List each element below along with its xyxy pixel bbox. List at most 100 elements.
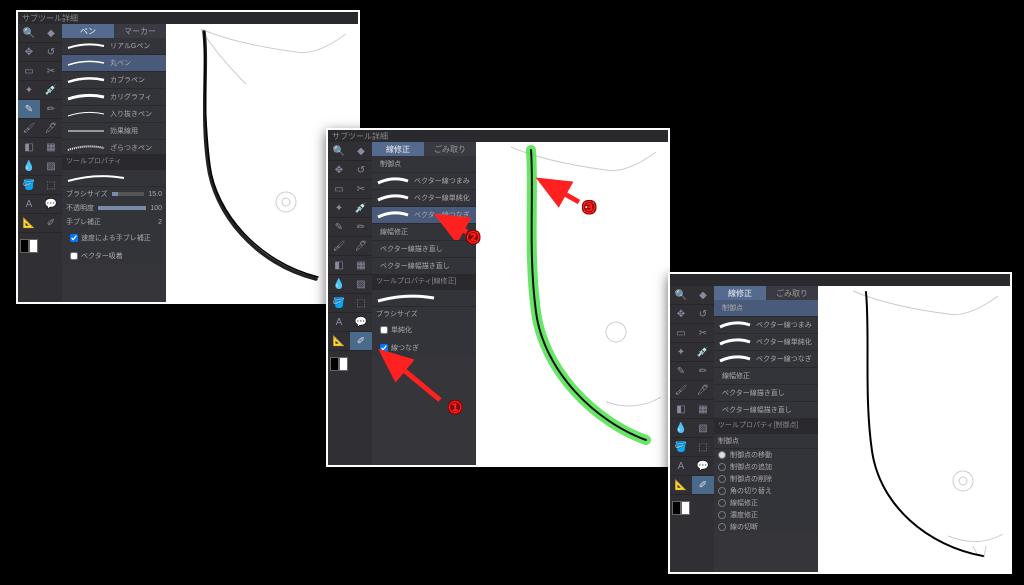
sub-control-point[interactable]: 制御点 [714, 300, 818, 317]
tool-sub-icon[interactable]: ⬚ [40, 176, 62, 195]
tab-pen[interactable]: ペン [62, 24, 114, 38]
radio-add[interactable]: 制御点の追加 [714, 461, 818, 473]
sub-redraw[interactable]: ベクター線描き直し [372, 241, 476, 258]
tool-text-icon[interactable]: A [670, 457, 692, 476]
tool-correct-icon[interactable]: ✐ [692, 476, 714, 495]
tool-sub-icon[interactable]: 💬 [40, 195, 62, 214]
radio-cut[interactable]: 線の切断 [714, 521, 818, 533]
tool-sub-icon[interactable]: ↺ [350, 161, 372, 180]
color-swatches[interactable] [18, 237, 40, 255]
tool-ruler-icon[interactable]: 📐 [18, 214, 40, 233]
color-swatches[interactable] [328, 355, 350, 373]
tool-select-icon[interactable]: ▭ [18, 62, 40, 81]
tool-fill-icon[interactable]: 🪣 [18, 176, 40, 195]
tool-blend-icon[interactable]: 💧 [328, 275, 350, 294]
tool-sub-icon[interactable]: ⬚ [350, 294, 372, 313]
tool-move-icon[interactable]: ✥ [670, 305, 692, 324]
brush-effect[interactable]: 効果線用 [62, 123, 166, 140]
sub-pinch[interactable]: ベクター線つまみ [714, 317, 818, 334]
tool-fill-icon[interactable]: 🪣 [328, 294, 350, 313]
tool-fill-icon[interactable]: 🪣 [670, 438, 692, 457]
tool-sub-icon[interactable]: 🖊 [692, 381, 714, 400]
tool-sub-icon[interactable]: ↺ [692, 305, 714, 324]
radio-delete[interactable]: 制御点の削除 [714, 473, 818, 485]
sub-width-redraw[interactable]: ベクター線幅描き直し [714, 402, 818, 419]
tool-eraser-icon[interactable]: ◧ [18, 138, 40, 157]
tool-ruler-icon[interactable]: 📐 [670, 476, 692, 495]
tool-brush-icon[interactable]: 🖌 [18, 119, 40, 138]
prop-simplify[interactable]: 単純化 [372, 321, 476, 339]
tool-sub-icon[interactable]: 💉 [692, 343, 714, 362]
tool-text-icon[interactable]: A [328, 313, 350, 332]
tool-sub-icon[interactable]: 💉 [40, 81, 62, 100]
tool-move-icon[interactable]: ✥ [328, 161, 350, 180]
tool-sub-icon[interactable]: 🖊 [40, 119, 62, 138]
tool-sub-icon[interactable]: ✂ [350, 180, 372, 199]
tool-zoom-icon[interactable]: 🔍 [328, 142, 350, 161]
tab-correct[interactable]: 線修正 [372, 142, 424, 156]
radio-width[interactable]: 線幅修正 [714, 497, 818, 509]
tool-sub-icon[interactable]: ◆ [40, 24, 62, 43]
tool-correct-icon[interactable]: ✐ [350, 332, 372, 351]
tool-wand-icon[interactable]: ✦ [18, 81, 40, 100]
tool-move-icon[interactable]: ✥ [18, 43, 40, 62]
tool-sub-icon[interactable]: ▨ [350, 275, 372, 294]
tool-sub-icon[interactable]: ↺ [40, 43, 62, 62]
tool-sub-icon[interactable]: 💬 [692, 457, 714, 476]
prop-brush-size[interactable]: ブラシサイズ [372, 307, 476, 321]
radio-move[interactable]: 制御点の移動 [714, 449, 818, 461]
tool-sub-icon[interactable]: ✂ [40, 62, 62, 81]
tool-brush-icon[interactable]: 🖌 [670, 381, 692, 400]
brush-calligraphy[interactable]: カリグラフィ [62, 89, 166, 106]
tool-sub-icon[interactable]: ◆ [350, 142, 372, 161]
tool-sub-icon[interactable]: ⬚ [692, 438, 714, 457]
tool-sub-icon[interactable]: ✏ [350, 218, 372, 237]
tool-sub-icon[interactable]: ▨ [40, 157, 62, 176]
tool-sub-icon[interactable]: ▦ [692, 400, 714, 419]
tool-sub-icon[interactable]: 🖊 [350, 237, 372, 256]
sub-redraw[interactable]: ベクター線描き直し [714, 385, 818, 402]
tool-brush-icon[interactable]: 🖌 [328, 237, 350, 256]
tool-select-icon[interactable]: ▭ [670, 324, 692, 343]
tool-sub-icon[interactable]: ✂ [692, 324, 714, 343]
tool-eraser-icon[interactable]: ◧ [670, 400, 692, 419]
tool-blend-icon[interactable]: 💧 [670, 419, 692, 438]
sub-pinch[interactable]: ベクター線つまみ [372, 173, 476, 190]
prop-stabilization[interactable]: 速度による手ブレ補正 [62, 229, 166, 247]
sub-width[interactable]: 線幅修正 [714, 368, 818, 385]
tool-text-icon[interactable]: A [18, 195, 40, 214]
brush-real-g[interactable]: リアルGペン [62, 38, 166, 55]
brush-maru[interactable]: 丸ペン [62, 55, 166, 72]
tab-marker[interactable]: マーカー [114, 24, 166, 38]
tool-sub-icon[interactable]: ✐ [40, 214, 62, 233]
tool-sub-icon[interactable]: ▦ [350, 256, 372, 275]
tool-pen-icon[interactable]: ✎ [18, 100, 40, 119]
prop-opacity[interactable]: 不透明度 100 [62, 201, 166, 215]
sub-simplify[interactable]: ベクター線単純化 [372, 190, 476, 207]
color-swatches[interactable] [670, 499, 692, 517]
tab-cleanup[interactable]: ごみ取り [424, 142, 476, 156]
tool-wand-icon[interactable]: ✦ [328, 199, 350, 218]
radio-density[interactable]: 濃度修正 [714, 509, 818, 521]
tool-sub-icon[interactable]: ◆ [692, 286, 714, 305]
canvas[interactable] [818, 286, 1010, 572]
tool-sub-icon[interactable]: ✏ [692, 362, 714, 381]
brush-kabura[interactable]: カブラペン [62, 72, 166, 89]
sub-connect[interactable]: ベクター線つなぎ [714, 351, 818, 368]
sub-simplify[interactable]: ベクター線単純化 [714, 334, 818, 351]
tool-sub-icon[interactable]: 💬 [350, 313, 372, 332]
tool-blend-icon[interactable]: 💧 [18, 157, 40, 176]
tool-pen-icon[interactable]: ✎ [328, 218, 350, 237]
sub-width-redraw[interactable]: ベクター線幅描き直し [372, 258, 476, 275]
tab-cleanup[interactable]: ごみ取り [766, 286, 818, 300]
tool-select-icon[interactable]: ▭ [328, 180, 350, 199]
sub-control-point[interactable]: 制御点 [372, 156, 476, 173]
tool-sub-icon[interactable]: ✏ [40, 100, 62, 119]
prop-antialias[interactable]: 手ブレ補正 2 [62, 215, 166, 229]
tool-sub-icon[interactable]: ▨ [692, 419, 714, 438]
tool-eraser-icon[interactable]: ◧ [328, 256, 350, 275]
tab-correct[interactable]: 線修正 [714, 286, 766, 300]
prop-vector-snap[interactable]: ベクター吸着 [62, 247, 166, 265]
tool-wand-icon[interactable]: ✦ [670, 343, 692, 362]
tool-sub-icon[interactable]: 💉 [350, 199, 372, 218]
